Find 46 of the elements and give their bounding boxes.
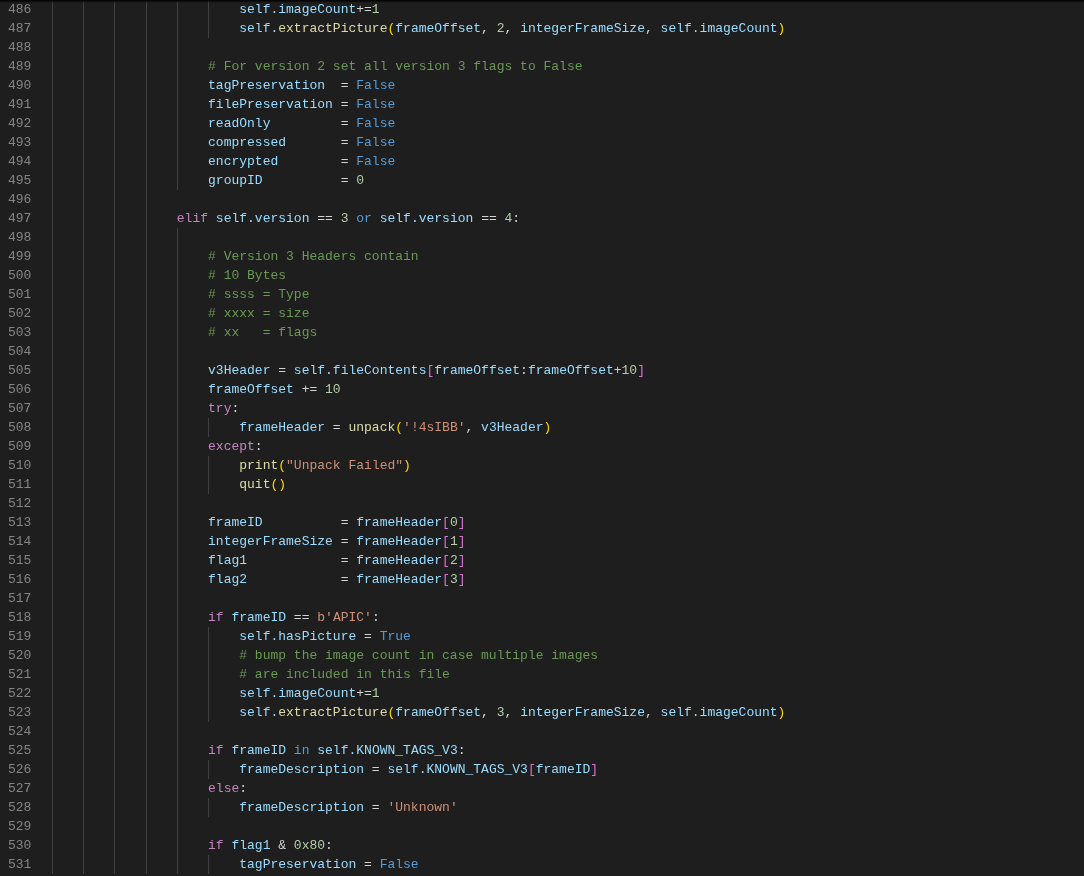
- line-number: 486: [7, 1, 33, 19]
- line-number: 491: [7, 96, 33, 114]
- line-number: 498: [7, 229, 33, 247]
- line-number: 513: [7, 514, 33, 532]
- line-number: 497: [7, 210, 33, 228]
- line-number: 501: [7, 286, 33, 304]
- line-number: 492: [7, 115, 33, 133]
- line-number: 507: [7, 400, 33, 418]
- line-number: 488: [7, 39, 33, 57]
- line-number: 527: [7, 780, 33, 798]
- line-number: 514: [7, 533, 33, 551]
- line-number: 495: [7, 172, 33, 190]
- line-number: 523: [7, 704, 33, 722]
- line-number: 512: [7, 495, 33, 513]
- line-number: 489: [7, 58, 33, 76]
- line-number: 506: [7, 381, 33, 399]
- line-number: 508: [7, 419, 33, 437]
- line-number: 502: [7, 305, 33, 323]
- line-number: 500: [7, 267, 33, 285]
- line-number: 496: [7, 191, 33, 209]
- line-number: 515: [7, 552, 33, 570]
- line-number: 517: [7, 590, 33, 608]
- line-number: 520: [7, 647, 33, 665]
- line-number: 509: [7, 438, 33, 456]
- line-number: 487: [7, 20, 33, 38]
- line-number: 494: [7, 153, 33, 171]
- line-number: 518: [7, 609, 33, 627]
- line-number: 530: [7, 837, 33, 855]
- line-number: 524: [7, 723, 33, 741]
- line-number: 493: [7, 134, 33, 152]
- line-number: 525: [7, 742, 33, 760]
- line-number: 505: [7, 362, 33, 380]
- line-number: 516: [7, 571, 33, 589]
- line-number: 522: [7, 685, 33, 703]
- line-number: 499: [7, 248, 33, 266]
- line-number: 503: [7, 324, 33, 342]
- line-number: 521: [7, 666, 33, 684]
- line-number: 529: [7, 818, 33, 836]
- line-number: 519: [7, 628, 33, 646]
- line-number: 528: [7, 799, 33, 817]
- line-number: 526: [7, 761, 33, 779]
- line-number: 490: [7, 77, 33, 95]
- line-number: 504: [7, 343, 33, 361]
- line-number: 510: [7, 457, 33, 475]
- line-number: 531: [7, 856, 33, 874]
- line-number: 511: [7, 476, 33, 494]
